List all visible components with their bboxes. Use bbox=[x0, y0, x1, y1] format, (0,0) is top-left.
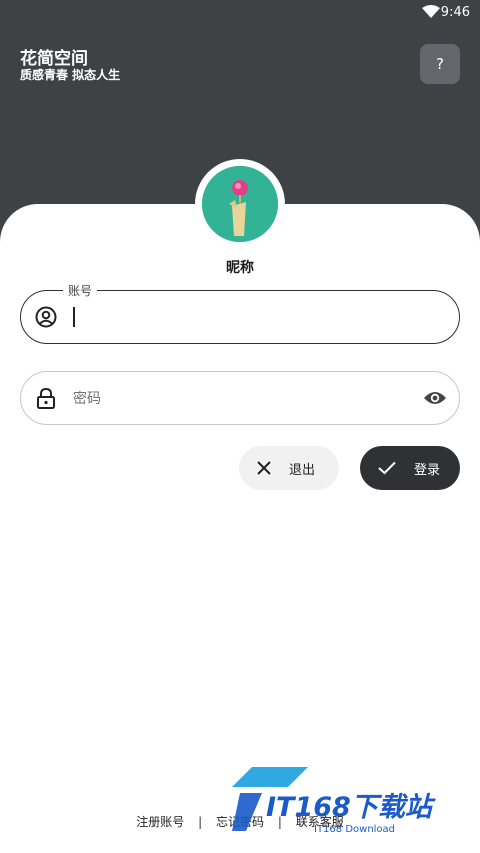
login-button[interactable]: 登录 bbox=[360, 446, 460, 490]
close-icon bbox=[257, 461, 271, 475]
status-bar: 9:46 bbox=[0, 0, 480, 26]
user-circle-icon bbox=[35, 306, 57, 328]
watermark-main: IT168下载站 bbox=[266, 792, 432, 823]
app-subtitle: 质感青春 拟态人生 bbox=[20, 68, 121, 82]
eye-icon[interactable] bbox=[423, 389, 447, 407]
footer-separator: | bbox=[198, 815, 203, 829]
watermark-sub: IT168 Download bbox=[314, 824, 396, 835]
account-field[interactable]: 账号 bbox=[20, 282, 460, 344]
watermark: IT168下载站 IT168 Download bbox=[232, 765, 472, 840]
account-label: 账号 bbox=[63, 282, 98, 299]
status-time: 9:46 bbox=[440, 5, 470, 20]
help-label: ? bbox=[436, 55, 444, 73]
avatar[interactable] bbox=[195, 159, 285, 249]
account-input[interactable] bbox=[71, 305, 415, 331]
nickname: 昵称 bbox=[226, 260, 254, 276]
wifi-icon bbox=[422, 5, 440, 23]
lock-icon bbox=[35, 387, 57, 409]
register-link[interactable]: 注册账号 bbox=[136, 815, 184, 829]
help-button[interactable]: ? bbox=[420, 44, 460, 84]
avatar-image bbox=[202, 166, 278, 242]
login-label: 登录 bbox=[414, 462, 441, 478]
check-icon bbox=[378, 461, 396, 475]
password-input[interactable] bbox=[71, 386, 415, 412]
password-field[interactable] bbox=[20, 371, 460, 425]
exit-label: 退出 bbox=[289, 462, 316, 478]
text-cursor bbox=[73, 307, 75, 327]
exit-button[interactable]: 退出 bbox=[239, 446, 339, 490]
